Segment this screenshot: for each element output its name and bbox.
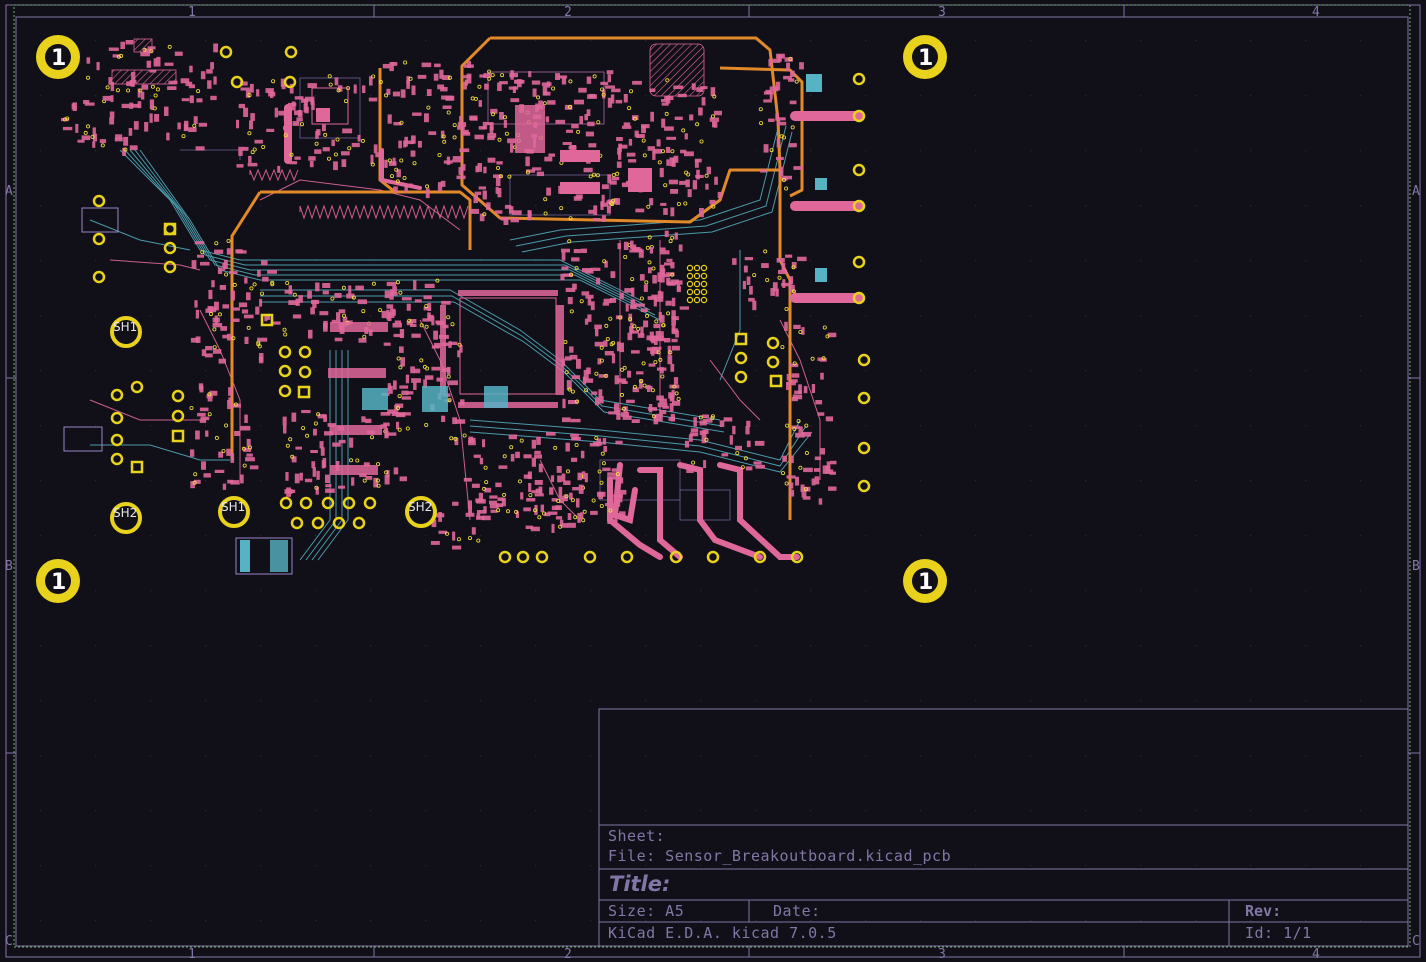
col-label-4-bottom: 4 (1312, 947, 1320, 962)
ic-qfn-3[interactable] (560, 150, 600, 162)
row-label-c-left: C (5, 934, 13, 949)
ic-mcu-pads-left (440, 305, 446, 395)
tb-id-label: Id: 1/1 (1245, 924, 1312, 942)
back-part-topright-1[interactable] (806, 74, 822, 92)
ic-mcu-pads-right (556, 305, 564, 395)
col-label-1-bottom: 1 (188, 947, 196, 962)
mounting-hole-top-left[interactable]: 1 (36, 35, 80, 79)
ic-soic-4[interactable] (330, 465, 378, 475)
ic-soic-3[interactable] (330, 425, 382, 435)
back-part-topright-2[interactable] (815, 178, 827, 190)
tb-generator-label: KiCad E.D.A. kicad 7.0.5 (608, 924, 837, 942)
tb-size-label: Size: A5 (608, 902, 684, 920)
svg-text:1: 1 (51, 570, 66, 595)
col-label-4-top: 4 (1312, 5, 1320, 20)
col-label-2-bottom: 2 (564, 947, 572, 962)
svg-text:SH1: SH1 (221, 500, 245, 514)
back-ic-3[interactable] (362, 388, 388, 410)
svg-text:SH1: SH1 (113, 320, 137, 334)
row-label-b-right: B (1412, 559, 1420, 574)
row-label-c-right: C (1412, 934, 1420, 949)
col-label-2-top: 2 (564, 5, 572, 20)
tb-sheet-label: Sheet: (608, 827, 665, 845)
ic-mcu-pads-top (458, 290, 558, 296)
mounting-hole-bottom-left[interactable]: 1 (36, 559, 80, 603)
back-connector-1-pads (240, 540, 250, 572)
col-label-3-bottom: 3 (938, 947, 946, 962)
ic-qfn-2[interactable] (628, 168, 652, 192)
col-label-3-top: 3 (938, 5, 946, 20)
ic-qfn-4[interactable] (560, 182, 600, 194)
tb-rev-label: Rev: (1245, 902, 1281, 920)
hatched-zone-3 (649, 43, 705, 97)
ic-soic-2[interactable] (328, 368, 386, 378)
hatched-zone-2 (133, 38, 153, 53)
back-ic-1[interactable] (422, 386, 448, 412)
tb-title-label: Title: (609, 872, 670, 896)
tb-date-label: Date: (773, 902, 821, 920)
svg-text:1: 1 (918, 570, 933, 595)
col-label-1-top: 1 (188, 5, 196, 20)
tb-file-label: File: Sensor_Breakoutboard.kicad_pcb (608, 847, 951, 865)
row-label-b-left: B (5, 559, 13, 574)
svg-text:SH2: SH2 (408, 500, 432, 514)
row-label-a-left: A (5, 184, 13, 199)
svg-text:SH2: SH2 (113, 506, 137, 520)
pcb-canvas[interactable]: 1 2 3 4 1 2 3 4 A B C A B C Sheet: File:… (0, 0, 1426, 962)
ic-sensor-1-pad (316, 108, 330, 122)
mounting-hole-top-right[interactable]: 1 (903, 35, 947, 79)
ic-qfn-1[interactable] (515, 105, 545, 153)
back-connector-1-pads-2 (270, 540, 288, 572)
svg-text:1: 1 (918, 46, 933, 71)
row-label-a-right: A (1412, 184, 1420, 199)
mounting-hole-bottom-right[interactable]: 1 (903, 559, 947, 603)
back-part-topright-3[interactable] (815, 268, 827, 282)
back-ic-2[interactable] (484, 386, 508, 408)
hatched-zone-1 (111, 69, 177, 85)
svg-text:1: 1 (51, 46, 66, 71)
ic-soic-1[interactable] (330, 322, 388, 332)
